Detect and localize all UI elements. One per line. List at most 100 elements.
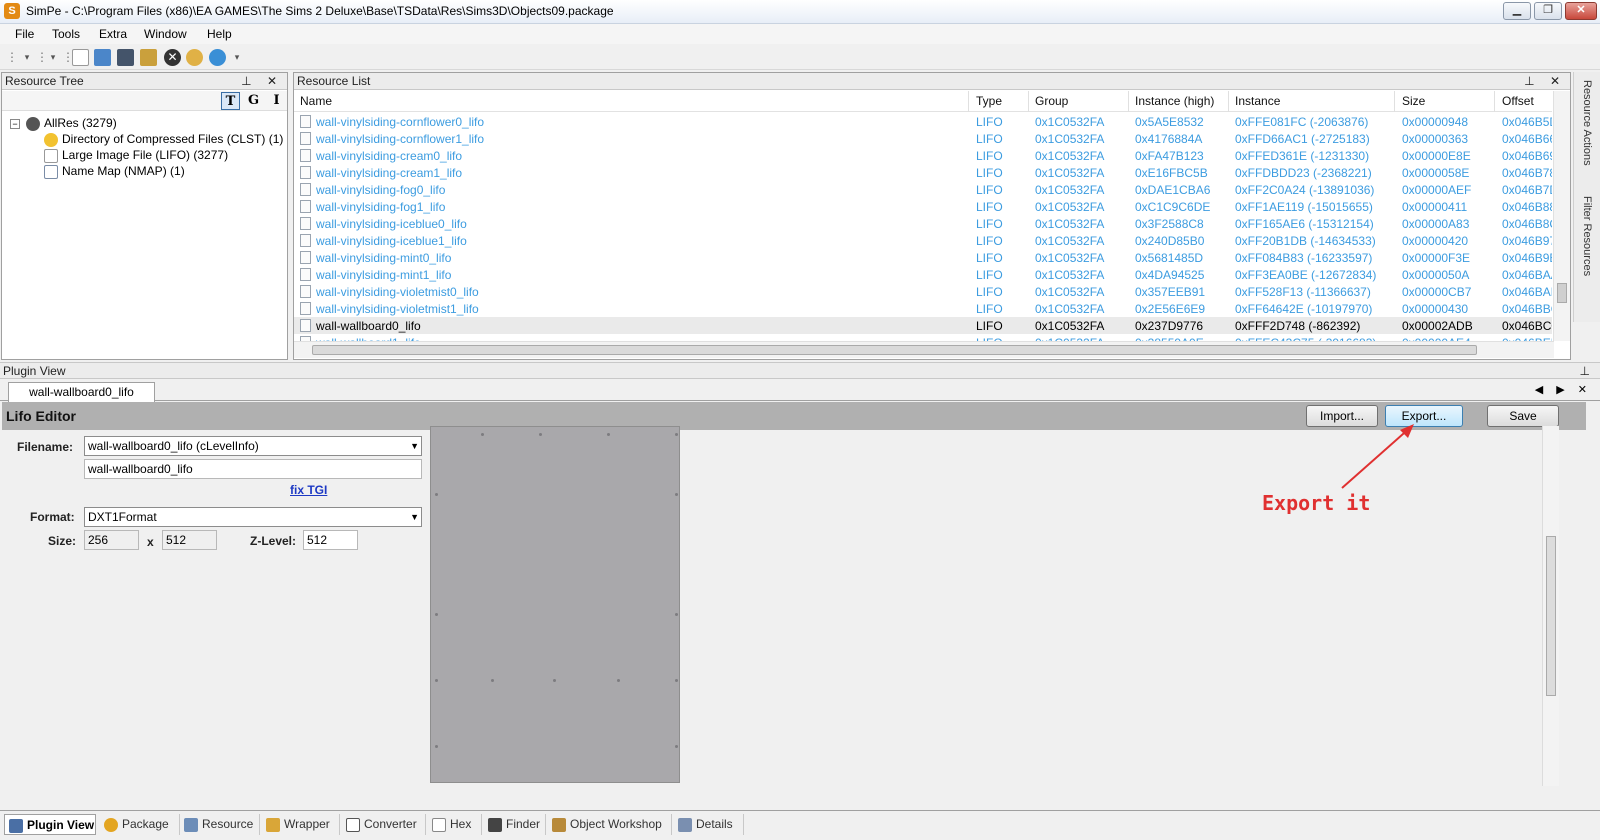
pin-close-icons[interactable]: ⊥ ✕	[241, 73, 283, 89]
save-button[interactable]: Save	[1487, 405, 1559, 427]
simpe-app-icon: S	[4, 3, 20, 19]
table-row[interactable]: wall-vinylsiding-iceblue1_lifo LIFO 0x1C05…	[294, 232, 1552, 249]
new-file-icon[interactable]	[72, 49, 89, 66]
dropdown-arrow-icon[interactable]: ▾	[232, 49, 242, 66]
format-combo[interactable]: DXT1Format ▼	[84, 507, 422, 527]
row-group: 0x1C0532FA	[1035, 319, 1105, 333]
chevron-down-icon[interactable]: ▼	[410, 437, 419, 455]
menu-extra[interactable]: Extra	[99, 27, 127, 41]
column-separator[interactable]	[968, 91, 969, 112]
filename-input[interactable]: wall-wallboard0_lifo	[84, 459, 422, 479]
tab-converter[interactable]: Converter	[342, 814, 426, 835]
maximize-button[interactable]: ❐	[1534, 2, 1562, 20]
save-all-icon[interactable]	[140, 49, 157, 66]
column-separator[interactable]	[1028, 91, 1029, 112]
column-separator[interactable]	[1394, 91, 1395, 112]
tree-item-lifo[interactable]: Large Image File (LIFO) (3277)	[44, 147, 228, 163]
list-vertical-scrollbar[interactable]	[1553, 91, 1570, 341]
tab-object-workshop[interactable]: Object Workshop	[548, 814, 672, 835]
row-type: LIFO	[976, 268, 1003, 282]
close-package-icon[interactable]: ✕	[164, 49, 181, 66]
row-size: 0x00000363	[1402, 132, 1469, 146]
column-group[interactable]: Group	[1035, 94, 1068, 108]
menu-window[interactable]: Window	[144, 27, 187, 41]
fix-tgi-link[interactable]: fix TGI	[290, 483, 327, 497]
list-icon	[44, 164, 58, 179]
scroll-thumb[interactable]	[1546, 536, 1556, 696]
dropdown-arrow-icon[interactable]: ▾	[48, 49, 58, 66]
column-separator[interactable]	[1128, 91, 1129, 112]
view-group-button[interactable]: G	[244, 92, 263, 110]
table-row[interactable]: wall-vinylsiding-cornflower0_lifo LIFO 0x1…	[294, 113, 1552, 130]
column-instance[interactable]: Instance	[1235, 94, 1280, 108]
table-row[interactable]: wall-vinylsiding-mint1_lifo LIFO 0x1C0532F…	[294, 266, 1552, 283]
row-type: LIFO	[976, 319, 1003, 333]
menu-help[interactable]: Help	[207, 27, 232, 41]
zlevel-input[interactable]: 512	[303, 530, 358, 550]
tab-resource-actions[interactable]: Resource Actions	[1581, 80, 1593, 166]
tab-details[interactable]: Details	[674, 814, 744, 835]
minimize-button[interactable]: ▁	[1503, 2, 1531, 20]
column-offset[interactable]: Offset	[1502, 94, 1534, 108]
column-type[interactable]: Type	[976, 94, 1002, 108]
tab-hex[interactable]: Hex	[428, 814, 482, 835]
table-row[interactable]: wall-wallboard0_lifo LIFO 0x1C0532FA 0x237D…	[294, 317, 1552, 334]
row-instance: 0xFF2C0A24 (-13891036)	[1235, 183, 1375, 197]
height-input[interactable]: 512	[162, 530, 217, 550]
resource-list-title: Resource List	[297, 74, 371, 88]
tree-item-clst[interactable]: Directory of Compressed Files (CLST) (1)	[44, 131, 283, 147]
menu-tools[interactable]: Tools	[52, 27, 80, 41]
table-row[interactable]: wall-vinylsiding-cornflower1_lifo LIFO 0x1…	[294, 130, 1552, 147]
view-type-button[interactable]: T	[221, 92, 240, 110]
close-button[interactable]: ✕	[1565, 2, 1597, 20]
table-row[interactable]: wall-vinylsiding-fog0_lifo LIFO 0x1C0532FA…	[294, 181, 1552, 198]
column-separator[interactable]	[1494, 91, 1495, 112]
tab-navigation-icons[interactable]: ◀ ▶ ✕	[1535, 383, 1592, 396]
width-input[interactable]: 256	[84, 530, 139, 550]
open-folder-icon[interactable]	[94, 49, 111, 66]
table-row[interactable]: wall-vinylsiding-mint0_lifo LIFO 0x1C0532F…	[294, 249, 1552, 266]
column-separator[interactable]	[1228, 91, 1229, 112]
row-type: LIFO	[976, 217, 1003, 231]
pin-close-icons[interactable]: ⊥ ✕	[1524, 73, 1566, 89]
table-row[interactable]: wall-vinylsiding-cream1_lifo LIFO 0x1C0532…	[294, 164, 1552, 181]
table-row[interactable]: wall-vinylsiding-violetmist1_lifo LIFO 0x1…	[294, 300, 1552, 317]
menu-file[interactable]: File	[15, 27, 34, 41]
tab-wrapper[interactable]: Wrapper	[262, 814, 340, 835]
dropdown-arrow-icon[interactable]: ▾	[22, 49, 32, 66]
row-offset: 0x046BAA	[1502, 268, 1552, 282]
tab-package[interactable]: Package	[100, 814, 180, 835]
scroll-thumb[interactable]	[312, 345, 1477, 355]
file-icon	[300, 234, 311, 247]
save-disk-icon[interactable]	[117, 49, 134, 66]
editor-vertical-scrollbar[interactable]	[1542, 426, 1559, 786]
filename-combo[interactable]: wall-wallboard0_lifo (cLevelInfo) ▼	[84, 436, 422, 456]
tree-item-nmap[interactable]: Name Map (NMAP) (1)	[44, 163, 185, 179]
tab-wall-wallboard0[interactable]: wall-wallboard0_lifo	[8, 382, 155, 402]
chevron-down-icon[interactable]: ▼	[410, 508, 419, 526]
tree-item-allres[interactable]: − AllRes (3279)	[10, 115, 117, 131]
table-row[interactable]: wall-vinylsiding-cream0_lifo LIFO 0x1C0532…	[294, 147, 1552, 164]
table-row[interactable]: wall-vinylsiding-violetmist0_lifo LIFO 0x1…	[294, 283, 1552, 300]
collapse-icon[interactable]: −	[10, 118, 20, 129]
row-group: 0x1C0532FA	[1035, 166, 1105, 180]
users-icon[interactable]	[186, 49, 203, 66]
column-name[interactable]: Name	[300, 94, 332, 108]
table-row[interactable]: wall-vinylsiding-fog1_lifo LIFO 0x1C0532FA…	[294, 198, 1552, 215]
tab-plugin-view[interactable]: Plugin View	[4, 814, 96, 835]
list-horizontal-scrollbar[interactable]	[294, 341, 1554, 358]
scroll-thumb[interactable]	[1557, 283, 1567, 303]
column-size[interactable]: Size	[1402, 94, 1425, 108]
view-instance-button[interactable]: I	[267, 92, 286, 110]
tab-finder[interactable]: Finder	[484, 814, 546, 835]
tab-filter-resources[interactable]: Filter Resources	[1581, 196, 1593, 276]
row-name: wall-vinylsiding-cornflower1_lifo	[316, 132, 485, 146]
tab-resource[interactable]: Resource	[180, 814, 260, 835]
pin-icon[interactable]: ⊥	[1580, 363, 1596, 379]
column-instance-high[interactable]: Instance (high)	[1135, 94, 1214, 108]
row-size: 0x00002ADB	[1402, 319, 1473, 333]
search-globe-icon[interactable]	[209, 49, 226, 66]
workshop-icon	[552, 817, 566, 832]
table-row[interactable]: wall-vinylsiding-iceblue0_lifo LIFO 0x1C05…	[294, 215, 1552, 232]
table-row[interactable]: wall-wallboard1_lifoLIFO0x1C0532FA0x3855…	[294, 334, 1552, 341]
